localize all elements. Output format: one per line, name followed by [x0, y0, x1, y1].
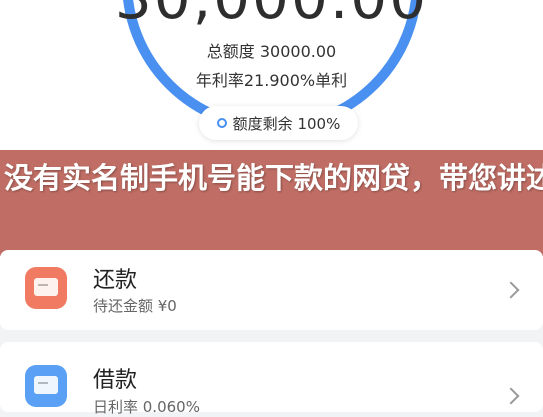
total-quota-text: 总额度 30000.00: [206, 42, 337, 61]
remaining-quota-badge: 额度剩余 100%: [199, 106, 358, 140]
repay-amount: 待还金额 ¥0: [93, 297, 177, 315]
repay-title: 还款: [93, 268, 138, 293]
remaining-quota-text: 额度剩余 100%: [232, 114, 341, 133]
borrow-daily-rate: 日利率 0.060%: [93, 398, 200, 416]
credit-amount: 30,000.00: [0, 0, 543, 32]
borrow-title: 借款: [93, 368, 138, 393]
credit-summary-card: 30,000.00 总额度 30000.00 年利率21.900%单利 额度剩余…: [0, 0, 543, 150]
borrow-row[interactable]: 借款 日利率 0.060%: [0, 342, 543, 416]
borrow-card-icon: [25, 365, 67, 407]
chevron-right-icon: [502, 281, 520, 299]
circle-dot-icon: [216, 118, 227, 128]
annual-rate-text: 年利率21.900%单利: [195, 71, 348, 90]
repay-wallet-icon: [25, 267, 67, 309]
chevron-right-icon: [502, 387, 520, 405]
banner-title: 没有实名制手机号能下款的网贷，带您讲述七款能下款的黑: [4, 161, 543, 195]
repay-row[interactable]: 还款 待还金额 ¥0: [0, 250, 543, 330]
